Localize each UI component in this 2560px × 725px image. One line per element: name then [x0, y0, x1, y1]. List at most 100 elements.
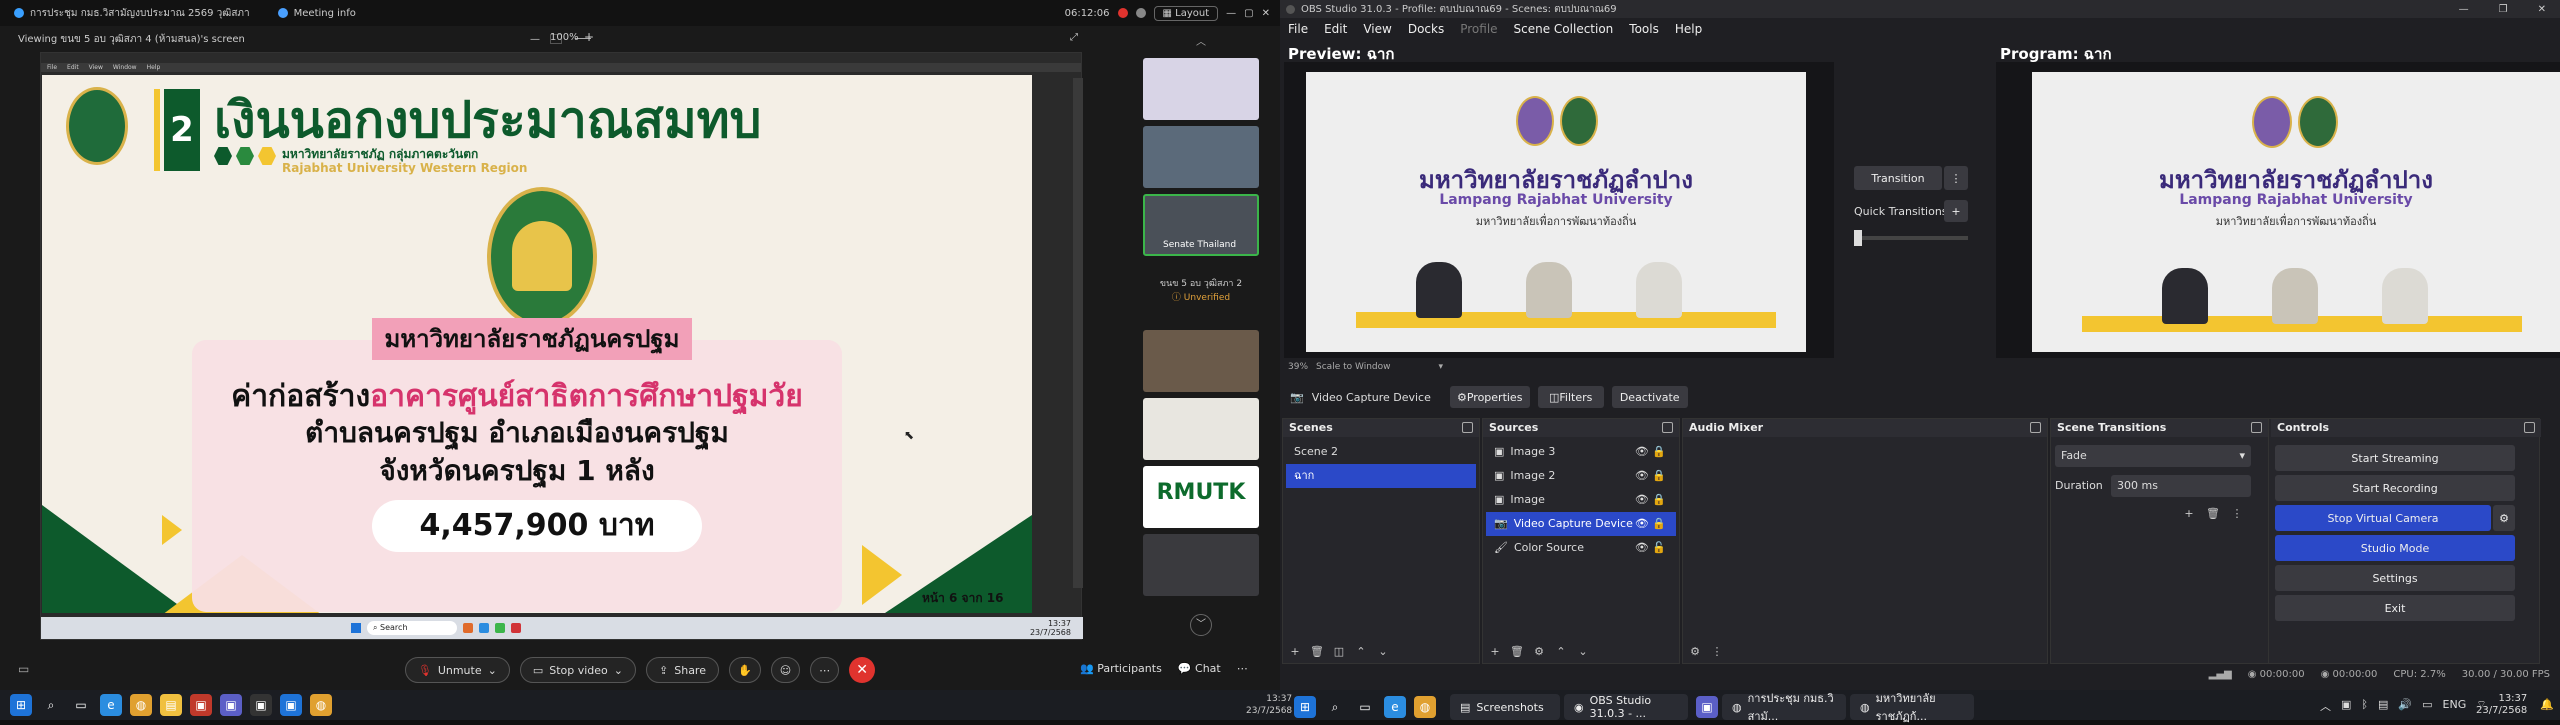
filter-icon[interactable]: ◫ — [1331, 643, 1347, 659]
volume-icon[interactable]: 🔊 — [2398, 698, 2412, 714]
dock-undock-icon[interactable] — [2524, 422, 2535, 433]
eye-lock-icons[interactable]: 👁 🔒 — [1635, 512, 1666, 536]
arrow-down-icon[interactable]: ⌄ — [1375, 643, 1391, 659]
source-item[interactable]: ▣ Image 2 👁 🔒 — [1486, 464, 1676, 488]
search-icon[interactable]: ⌕ — [40, 694, 62, 716]
trash-icon[interactable]: 🗑 — [2205, 505, 2221, 521]
menu-profile[interactable]: Profile — [1460, 22, 1497, 36]
app-icon[interactable]: ▣ — [220, 694, 242, 716]
participant-thumbnail[interactable] — [1143, 126, 1259, 188]
search-icon[interactable]: ⌕ — [1324, 696, 1346, 718]
scroll-up-icon[interactable]: ︿ — [1143, 33, 1259, 48]
window-minimize-icon[interactable]: — — [2459, 4, 2469, 15]
windows-start-icon[interactable]: ⊞ — [10, 694, 32, 716]
app-icon[interactable]: ▣ — [190, 694, 212, 716]
source-item-selected[interactable]: 📷 Video Capture Device 👁 🔒 — [1486, 512, 1676, 536]
folder-icon[interactable]: ▤ — [160, 694, 182, 716]
duration-input[interactable]: 300 ms — [2111, 475, 2251, 497]
exit-button[interactable]: Exit — [2275, 595, 2515, 621]
zoom-out-icon[interactable]: — — [530, 34, 540, 45]
edge-icon[interactable]: e — [1384, 696, 1406, 718]
network-icon[interactable]: ▤ — [2378, 698, 2388, 714]
add-icon[interactable]: + — [1487, 643, 1503, 659]
window-maximize-icon[interactable]: ▢ — [1244, 8, 1253, 19]
windows-start-icon[interactable]: ⊞ — [1294, 696, 1316, 718]
virtual-camera-settings-button[interactable]: ⚙ — [2493, 505, 2515, 531]
tray-app-icon[interactable]: ▣ — [2341, 698, 2351, 714]
tab-meeting-info[interactable]: Meeting info — [264, 0, 370, 26]
window-close-icon[interactable]: ✕ — [1262, 8, 1270, 19]
studio-mode-button[interactable]: Studio Mode — [2275, 535, 2515, 561]
more-icon[interactable]: ⋮ — [2229, 505, 2245, 521]
taskbar-app-webex[interactable]: ◍ การประชุม กมธ.วิสามั... — [1722, 692, 1846, 723]
captions-icon[interactable]: ▭ — [18, 662, 29, 676]
eye-lock-icons[interactable]: 👁 🔒 — [1635, 440, 1666, 464]
leave-meeting-button[interactable]: ✕ — [849, 657, 876, 683]
arrow-down-icon[interactable]: ⌄ — [1575, 643, 1591, 659]
bluetooth-icon[interactable]: ᛒ — [2361, 698, 2368, 714]
app-icon[interactable]: ▣ — [1696, 696, 1718, 718]
start-streaming-button[interactable]: Start Streaming — [2275, 445, 2515, 471]
add-quick-transition-button[interactable]: + — [1944, 200, 1968, 222]
stop-video-button[interactable]: ▭ Stop video ⌄ — [519, 657, 637, 683]
trash-icon[interactable]: 🗑 — [1509, 643, 1525, 659]
battery-icon[interactable]: ▭ — [2422, 698, 2432, 714]
participant-thumbnail-active[interactable]: Senate Thailand — [1143, 194, 1259, 256]
eye-lock-icons[interactable]: 👁 🔒 — [1635, 464, 1666, 488]
trash-icon[interactable]: 🗑 — [1309, 643, 1325, 659]
eye-lock-icons[interactable]: 👁 🔓 — [1635, 536, 1666, 560]
source-item[interactable]: ▣ Image 👁 🔒 — [1486, 488, 1676, 512]
window-maximize-icon[interactable]: ❐ — [2499, 4, 2508, 15]
scene-item[interactable]: Scene 2 — [1286, 440, 1476, 464]
chevron-down-icon[interactable]: ▾ — [1438, 362, 1443, 372]
taskbar-app-screenshots[interactable]: ▤ Screenshots — [1450, 694, 1560, 720]
scene-item-selected[interactable]: ฉาก — [1286, 464, 1476, 488]
transition-more-button[interactable]: ⋮ — [1944, 166, 1968, 190]
gear-icon[interactable]: ⚙ — [1531, 643, 1547, 659]
fullscreen-icon[interactable]: ⤢ — [1070, 32, 1078, 43]
unmute-button[interactable]: 🎙 Unmute ⌄ — [404, 657, 510, 683]
raise-hand-button[interactable]: ✋ — [728, 657, 761, 683]
t-bar-slider[interactable] — [1854, 236, 1968, 240]
participant-thumbnail[interactable]: ขนข 5 อบ วุฒิสภา 2 ⓘ Unverified — [1143, 262, 1259, 324]
notification-bell-icon[interactable]: 🔔 — [2540, 698, 2554, 711]
chrome-icon[interactable]: ◍ — [130, 694, 152, 716]
menu-docks[interactable]: Docks — [1408, 22, 1444, 36]
add-icon[interactable]: + — [2181, 505, 2197, 521]
layout-button[interactable]: ▦ Layout — [1153, 5, 1219, 21]
arrow-up-icon[interactable]: ⌃ — [1353, 643, 1369, 659]
app-icon[interactable]: ▣ — [280, 694, 302, 716]
zoom-in-icon[interactable]: + — [584, 30, 594, 44]
properties-button[interactable]: ⚙ Properties — [1449, 386, 1530, 408]
participant-thumbnail[interactable] — [1143, 398, 1259, 460]
window-close-icon[interactable]: ✕ — [2538, 4, 2546, 15]
chrome-icon[interactable]: ◍ — [1414, 696, 1436, 718]
dock-undock-icon[interactable] — [1462, 422, 1473, 433]
source-item[interactable]: 🖌 Color Source 👁 🔓 — [1486, 536, 1676, 560]
tab-meeting[interactable]: การประชุม กมธ.วิสามัญงบประมาณ 2569 วุฒิส… — [0, 0, 264, 26]
more-icon[interactable]: ⋮ — [1709, 643, 1725, 659]
transition-button[interactable]: Transition — [1854, 166, 1942, 190]
scroll-down-icon[interactable]: ﹀ — [1190, 614, 1212, 636]
menu-file[interactable]: File — [1288, 22, 1308, 36]
dock-undock-icon[interactable] — [2030, 422, 2041, 433]
task-view-icon[interactable]: ▭ — [1354, 696, 1376, 718]
more-panels-icon[interactable]: ⋯ — [1237, 662, 1248, 675]
deactivate-button[interactable]: Deactivate — [1611, 386, 1688, 408]
start-recording-button[interactable]: Start Recording — [2275, 475, 2515, 501]
menu-edit[interactable]: Edit — [1324, 22, 1347, 36]
chrome-icon[interactable]: ◍ — [310, 694, 332, 716]
settings-button[interactable]: Settings — [2275, 565, 2515, 591]
dock-undock-icon[interactable] — [1662, 422, 1673, 433]
taskbar-app-obs[interactable]: ◉ OBS Studio 31.0.3 - ... — [1564, 694, 1688, 720]
language-indicator[interactable]: ENG — [2443, 698, 2467, 714]
tray-chevron-icon[interactable]: ︿ — [2320, 698, 2331, 714]
participant-thumbnail[interactable] — [1143, 330, 1259, 392]
window-minimize-icon[interactable]: — — [1226, 8, 1236, 19]
edge-icon[interactable]: e — [100, 694, 122, 716]
menu-help[interactable]: Help — [1675, 22, 1702, 36]
share-button[interactable]: ⇪ Share — [646, 657, 719, 683]
dock-undock-icon[interactable] — [2251, 422, 2262, 433]
participants-button[interactable]: 👥 Participants — [1080, 662, 1162, 675]
arrow-up-icon[interactable]: ⌃ — [1553, 643, 1569, 659]
